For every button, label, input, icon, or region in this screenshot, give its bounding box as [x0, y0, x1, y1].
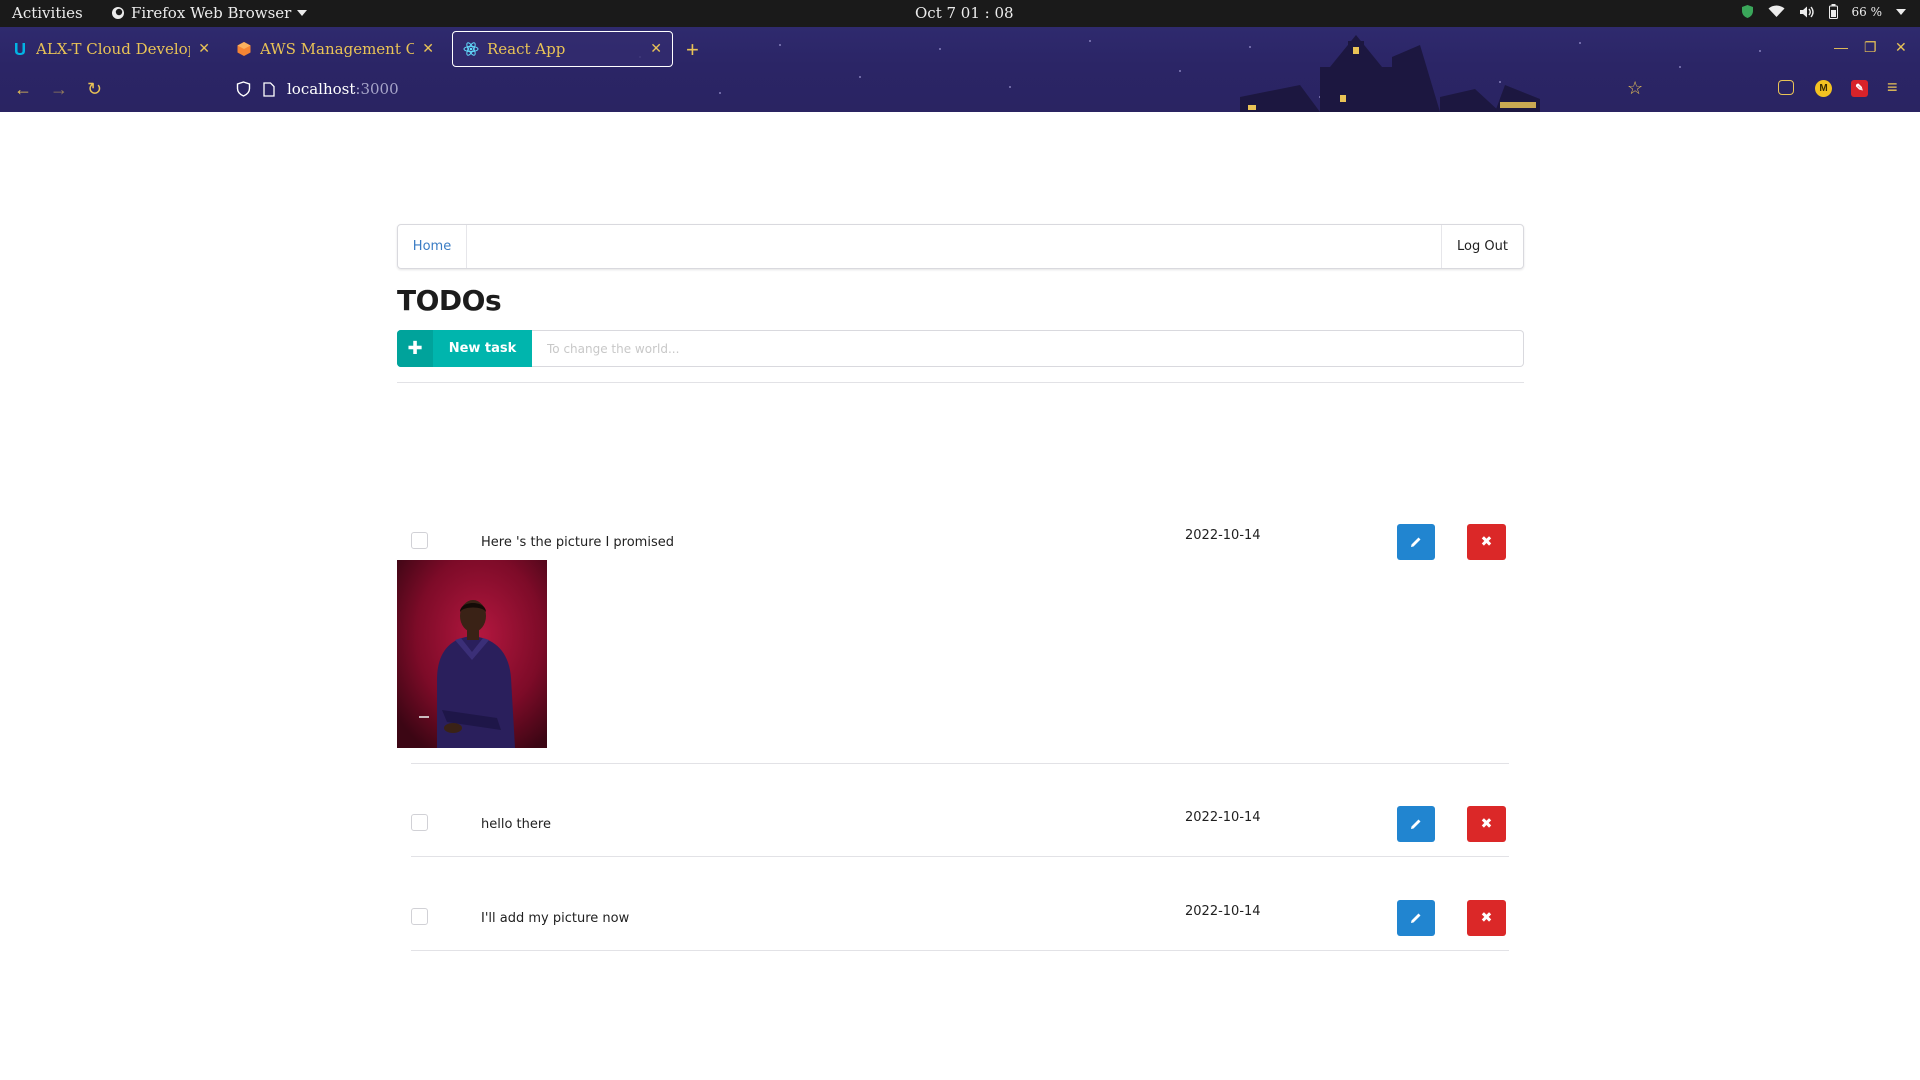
- tab-react-app[interactable]: React App ✕: [452, 31, 673, 67]
- close-icon: ✖: [1480, 534, 1493, 550]
- close-icon: ✖: [1480, 910, 1493, 926]
- close-icon[interactable]: ✕: [198, 41, 210, 57]
- todo-name: Here 's the picture I promised: [481, 535, 674, 550]
- system-tray[interactable]: 66 %: [1741, 4, 1906, 19]
- back-icon[interactable]: ←: [14, 79, 32, 100]
- delete-button[interactable]: ✖: [1467, 900, 1506, 936]
- new-task-input[interactable]: [532, 330, 1524, 367]
- battery-percentage: 66 %: [1851, 4, 1883, 19]
- close-icon: ✖: [1480, 816, 1493, 832]
- delete-button[interactable]: ✖: [1467, 806, 1506, 842]
- pencil-icon: [1411, 913, 1421, 923]
- extension-red-icon[interactable]: ✎: [1851, 80, 1868, 97]
- todo-checkbox[interactable]: [411, 814, 428, 831]
- divider: [397, 382, 1524, 383]
- todo-name: I'll add my picture now: [481, 911, 630, 926]
- todo-item: Here 's the picture I promised 2022-10-1…: [397, 412, 1509, 764]
- forward-icon[interactable]: →: [50, 79, 68, 100]
- divider: [411, 950, 1509, 951]
- system-top-bar: Activities Firefox Web Browser Oct 7 01 …: [0, 0, 1920, 27]
- address-bar[interactable]: localhost:3000: [236, 74, 399, 104]
- edit-button[interactable]: [1397, 524, 1435, 560]
- shield-icon: [236, 81, 251, 97]
- shield-icon: [1741, 5, 1753, 18]
- app-menu-label: Firefox Web Browser: [131, 4, 292, 22]
- top-menu: Home Log Out: [397, 224, 1524, 269]
- pencil-icon: [1411, 819, 1421, 829]
- bookmark-star-icon[interactable]: ☆: [1627, 78, 1643, 99]
- edit-button[interactable]: [1397, 806, 1435, 842]
- url-text: localhost:3000: [287, 80, 399, 98]
- clock[interactable]: Oct 7 01 : 08: [915, 4, 1014, 22]
- volume-icon: [1799, 6, 1814, 17]
- new-task-button[interactable]: ✚ New task: [397, 330, 532, 367]
- browser-chrome: ALX-T Cloud Developer ✕ AWS Management C…: [0, 27, 1920, 112]
- restore-icon[interactable]: ❐: [1864, 39, 1877, 56]
- plus-icon: ✚: [397, 330, 433, 367]
- tab-title: AWS Management Con: [260, 40, 415, 58]
- wifi-icon: [1768, 5, 1784, 17]
- close-icon[interactable]: ✕: [650, 41, 662, 57]
- react-app-page: Home Log Out TODOs ✚ New task Here 's th…: [0, 112, 1920, 1080]
- home-link[interactable]: Home: [398, 225, 467, 268]
- divider: [411, 856, 1509, 857]
- activities-button[interactable]: Activities: [12, 4, 83, 22]
- extension-m-icon[interactable]: M: [1815, 80, 1832, 97]
- todo-attachment-image: [397, 560, 547, 748]
- reload-icon[interactable]: ↻: [87, 79, 102, 100]
- new-tab-button[interactable]: +: [686, 37, 699, 63]
- todo-checkbox[interactable]: [411, 532, 428, 549]
- app-menu[interactable]: Firefox Web Browser: [111, 4, 308, 22]
- close-window-icon[interactable]: ✕: [1895, 39, 1907, 56]
- log-out-button[interactable]: Log Out: [1441, 225, 1523, 268]
- todo-item: I'll add my picture now 2022-10-14 ✖: [397, 858, 1509, 952]
- chevron-down-icon: [297, 10, 308, 16]
- todo-name: hello there: [481, 817, 551, 832]
- chevron-down-icon: [1896, 8, 1906, 15]
- delete-button[interactable]: ✖: [1467, 524, 1506, 560]
- aws-icon: [237, 42, 251, 56]
- todo-due-date: 2022-10-14: [1185, 528, 1261, 543]
- url-host: localhost: [287, 80, 356, 98]
- todo-item: hello there 2022-10-14 ✖: [397, 764, 1509, 858]
- page-title: TODOs: [397, 284, 502, 317]
- hamburger-menu-icon[interactable]: ≡: [1887, 77, 1898, 98]
- battery-icon: [1828, 4, 1838, 19]
- tab-alx[interactable]: ALX-T Cloud Developer ✕: [2, 31, 220, 67]
- udacity-icon: [15, 43, 25, 55]
- portrait-photo: [397, 560, 547, 748]
- todo-due-date: 2022-10-14: [1185, 810, 1261, 825]
- tab-aws[interactable]: AWS Management Con ✕: [226, 31, 444, 67]
- react-icon: [463, 42, 479, 56]
- url-port: :3000: [355, 80, 399, 98]
- page-icon: [263, 81, 275, 97]
- pencil-icon: [1411, 537, 1421, 547]
- tab-title: React App: [487, 40, 566, 58]
- minimize-icon[interactable]: —: [1834, 39, 1848, 55]
- todo-checkbox[interactable]: [411, 908, 428, 925]
- edit-button[interactable]: [1397, 900, 1435, 936]
- new-task-label: New task: [448, 341, 517, 356]
- tab-title: ALX-T Cloud Developer: [36, 40, 190, 58]
- pocket-icon[interactable]: [1778, 80, 1794, 95]
- todo-due-date: 2022-10-14: [1185, 904, 1261, 919]
- firefox-icon: [112, 7, 124, 19]
- close-icon[interactable]: ✕: [422, 41, 434, 57]
